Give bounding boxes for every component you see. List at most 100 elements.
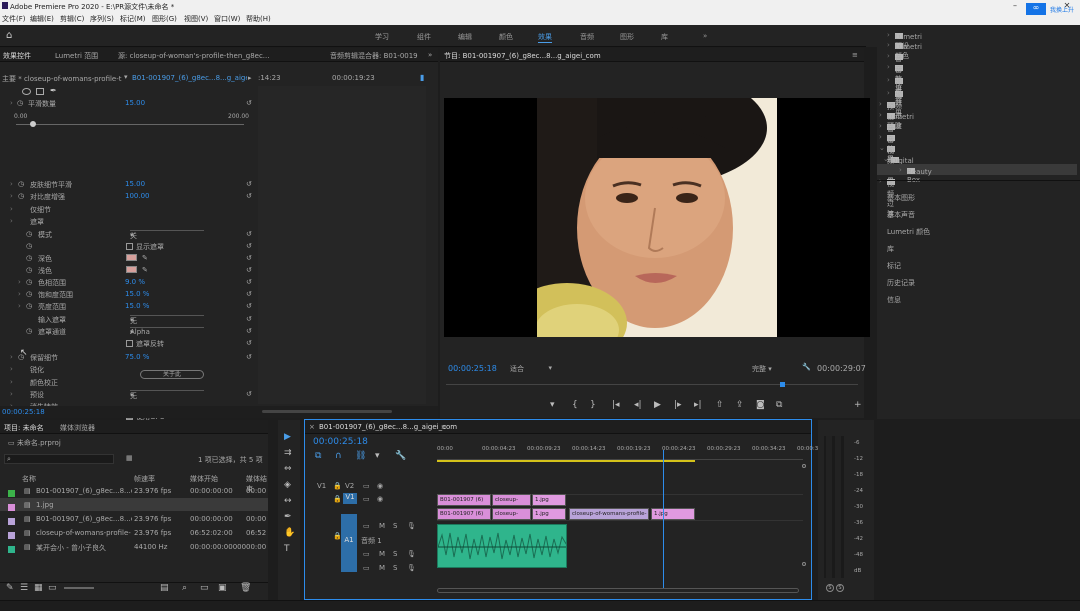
solo-icon[interactable]: S bbox=[393, 550, 397, 558]
mic-icon[interactable]: 🎙 bbox=[407, 550, 416, 558]
eye-icon[interactable]: ◉ bbox=[377, 495, 383, 503]
reset-icon[interactable]: ↺ bbox=[246, 242, 252, 250]
col-media-start[interactable]: 媒体开始 bbox=[190, 474, 218, 484]
panel-menu-icon[interactable]: ≡ bbox=[441, 423, 447, 431]
marker-icon[interactable]: ▾ bbox=[550, 400, 555, 410]
project-item-row[interactable]: ▤ B01-001907_(6)_g8ec...8...c 23.976 fps… bbox=[0, 512, 268, 525]
timeline-ruler[interactable]: 00:00 00:00:04:23 00:00:09:23 00:00:14:23 00… bbox=[437, 444, 824, 460]
reset-icon[interactable]: ↺ bbox=[246, 266, 252, 274]
monitor-playhead[interactable] bbox=[779, 382, 785, 387]
chevron-right-icon[interactable]: › bbox=[10, 217, 13, 225]
menu-edit[interactable]: 编辑(E) bbox=[30, 14, 54, 24]
dropdown[interactable]: 无 ▾ bbox=[130, 315, 204, 325]
item-name[interactable]: B01-001907_(6)_g8ec...8...c bbox=[36, 515, 132, 523]
workspace-assembly[interactable]: 组件 bbox=[417, 32, 431, 42]
snap-icon[interactable]: ∩ bbox=[335, 451, 342, 461]
scroll-handle-top[interactable] bbox=[802, 464, 806, 468]
menu-marker[interactable]: 标记(M) bbox=[120, 14, 146, 24]
workspace-audio[interactable]: 音频 bbox=[580, 32, 594, 42]
col-name[interactable]: 名称 bbox=[22, 474, 36, 484]
workspace-effects[interactable]: 效果 bbox=[538, 32, 552, 43]
param-value[interactable]: 15.00 bbox=[125, 99, 145, 107]
effect-folder-item[interactable]: ›Lumetri 预设 bbox=[877, 109, 1077, 130]
reset-icon[interactable]: ↺ bbox=[246, 192, 252, 200]
clip-v1[interactable]: B01-001907 (6) bbox=[437, 508, 491, 520]
tab-lumetri-scopes[interactable]: Lumetri 范围 bbox=[55, 51, 98, 61]
sync-lock-icon[interactable]: ▭ bbox=[363, 550, 370, 558]
tab-audio-mixer[interactable]: 音频剪辑混合器: B01-0019 bbox=[330, 51, 425, 61]
clip-v1[interactable]: closeup- bbox=[492, 508, 531, 520]
new-bin-icon[interactable]: ▦ bbox=[126, 454, 133, 462]
minimize-icon[interactable]: – bbox=[1002, 0, 1028, 12]
tab-project[interactable]: 项目: 未命名 bbox=[4, 423, 44, 433]
program-video-frame[interactable] bbox=[444, 98, 870, 337]
solo-left[interactable]: S bbox=[826, 584, 834, 592]
panel-link[interactable]: Lumetri 颜色 bbox=[877, 225, 1077, 236]
stopwatch-icon[interactable]: ◷ bbox=[18, 192, 24, 200]
track-select-tool-icon[interactable]: ⇉ bbox=[284, 448, 292, 458]
stopwatch-icon[interactable]: ◷ bbox=[18, 180, 24, 188]
new-bin-icon[interactable]: ▭ bbox=[200, 583, 209, 593]
menu-file[interactable]: 文件(F) bbox=[2, 14, 26, 24]
go-to-in-icon[interactable]: |◂ bbox=[612, 400, 620, 410]
chevron-right-icon[interactable]: › bbox=[10, 205, 13, 213]
home-icon[interactable]: ⌂ bbox=[6, 30, 12, 41]
sync-lock-icon[interactable]: ▭ bbox=[363, 522, 370, 530]
wrench-icon[interactable]: 🔧 bbox=[802, 363, 811, 371]
reset-icon[interactable]: ↺ bbox=[246, 180, 252, 188]
share-link[interactable]: 我换上升 bbox=[1050, 5, 1074, 14]
chevron-right-icon[interactable]: › bbox=[18, 290, 21, 298]
project-item-row[interactable]: ▤ closeup-of-womans-profile- 23.976 fps … bbox=[0, 526, 268, 539]
menu-view[interactable]: 视图(V) bbox=[184, 14, 208, 24]
menu-clip[interactable]: 剪辑(C) bbox=[60, 14, 84, 24]
item-name[interactable]: closeup-of-womans-profile- bbox=[36, 529, 132, 537]
chevron-right-icon[interactable]: › bbox=[10, 390, 13, 398]
scroll-handle-bottom[interactable] bbox=[802, 562, 806, 566]
effect-folder-item[interactable]: ›音频效果 bbox=[877, 120, 1077, 163]
reset-icon[interactable]: ↺ bbox=[246, 353, 252, 361]
dropdown[interactable]: 无 ▾ bbox=[130, 390, 204, 400]
effect-folder-item[interactable]: › 视频过渡 bbox=[877, 87, 1077, 130]
effect-folder-item[interactable]: ›音频过渡 bbox=[877, 131, 1077, 174]
workspace-edit[interactable]: 编辑 bbox=[458, 32, 472, 42]
solo-icon[interactable]: S bbox=[393, 522, 397, 530]
reset-icon[interactable]: ↺ bbox=[246, 290, 252, 298]
fit-dropdown[interactable]: 适合 ▾ bbox=[510, 364, 552, 374]
play-clip-icon[interactable]: ▸ bbox=[248, 74, 252, 82]
menu-window[interactable]: 窗口(W) bbox=[214, 14, 240, 24]
stopwatch-icon[interactable]: ◷ bbox=[17, 99, 23, 107]
lock-icon[interactable]: 🔒 bbox=[333, 482, 342, 490]
track-label-v2[interactable]: V2 bbox=[345, 482, 354, 490]
timeline-vscroll[interactable] bbox=[801, 462, 807, 582]
effect-folder-item[interactable]: ›预设 bbox=[877, 98, 1077, 121]
add-button-icon[interactable]: + bbox=[854, 400, 862, 410]
delete-icon[interactable]: 🗑 bbox=[240, 583, 251, 593]
col-fps[interactable]: 帧速率 bbox=[134, 474, 155, 484]
work-area-bar[interactable] bbox=[437, 460, 695, 462]
compare-icon[interactable]: ⧉ bbox=[776, 400, 782, 410]
param-value[interactable]: 15.0 % bbox=[125, 302, 149, 310]
slip-tool-icon[interactable]: ↔ bbox=[284, 496, 292, 506]
find-icon[interactable]: ⌕ bbox=[182, 583, 187, 593]
sync-lock-icon[interactable]: ▭ bbox=[363, 564, 370, 572]
hscroll-thumb[interactable] bbox=[437, 588, 799, 593]
play-icon[interactable]: ▶ bbox=[654, 400, 661, 410]
timeline-settings-icon[interactable]: 🔧 bbox=[395, 451, 406, 461]
step-forward-icon[interactable]: |▸ bbox=[674, 400, 682, 410]
reset-icon[interactable]: ↺ bbox=[246, 254, 252, 262]
reset-icon[interactable]: ↺ bbox=[246, 327, 252, 335]
workspace-learn[interactable]: 学习 bbox=[375, 32, 389, 42]
project-item-row[interactable]: ▤ 某开会小 - 曾小子良久 44100 Hz 00:00:00:00000 0… bbox=[0, 540, 268, 553]
razor-tool-icon[interactable]: ◈ bbox=[284, 480, 291, 490]
mute-icon[interactable]: M bbox=[379, 522, 385, 530]
chevron-down-icon[interactable]: ▾ bbox=[124, 73, 128, 81]
param-value[interactable]: 75.0 % bbox=[125, 353, 149, 361]
mute-icon[interactable]: M bbox=[379, 564, 385, 572]
panel-menu-icon[interactable]: ≡ bbox=[852, 51, 858, 59]
chevron-right-icon[interactable]: › bbox=[10, 99, 13, 107]
camera-icon[interactable]: ◙ bbox=[756, 400, 765, 410]
stopwatch-icon[interactable]: ◷ bbox=[26, 254, 32, 262]
param-value[interactable]: 15.0 % bbox=[125, 290, 149, 298]
step-back-icon[interactable]: ◂| bbox=[634, 400, 642, 410]
item-name[interactable]: B01-001907_(6)_g8ec...8...c bbox=[36, 487, 132, 495]
